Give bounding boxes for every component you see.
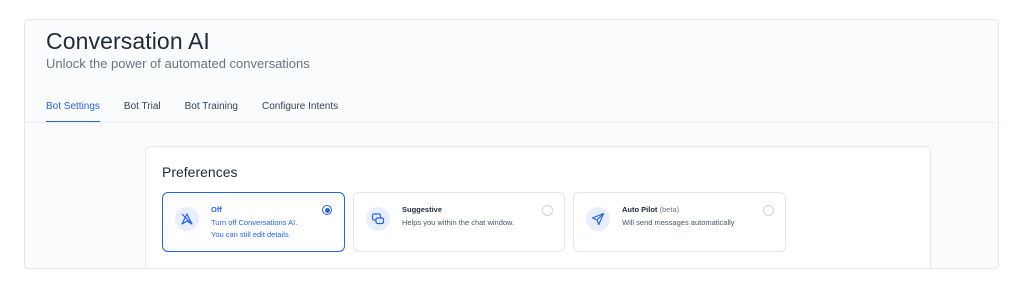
option-auto-pilot[interactable]: Auto Pilot (beta) Will send messages aut… bbox=[573, 192, 786, 252]
option-auto-pilot-radio[interactable] bbox=[763, 205, 774, 216]
chat-bubbles-icon bbox=[366, 207, 390, 231]
option-off-radio[interactable] bbox=[322, 205, 332, 215]
preferences-title: Preferences bbox=[162, 164, 238, 180]
option-auto-pilot-desc: Will send messages automatically bbox=[622, 218, 735, 227]
tab-bot-settings[interactable]: Bot Settings bbox=[46, 101, 100, 123]
beta-badge: (beta) bbox=[659, 205, 680, 214]
option-suggestive-radio[interactable] bbox=[542, 205, 553, 216]
send-icon bbox=[586, 207, 610, 231]
option-auto-pilot-label: Auto Pilot bbox=[622, 205, 658, 214]
option-off-text: Off Turn off Conversations AI. You can s… bbox=[211, 205, 297, 241]
tab-bot-training[interactable]: Bot Training bbox=[185, 101, 238, 123]
tab-bar: Bot Settings Bot Trial Bot Training Conf… bbox=[46, 101, 362, 123]
page-title: Conversation AI bbox=[46, 28, 210, 54]
preferences-panel: Preferences Off Turn off Conversations A… bbox=[145, 146, 931, 268]
option-suggestive[interactable]: Suggestive Helps you within the chat win… bbox=[353, 192, 565, 252]
tab-configure-intents[interactable]: Configure Intents bbox=[262, 101, 338, 123]
conversation-ai-card: Conversation AI Unlock the power of auto… bbox=[24, 19, 999, 269]
header-divider bbox=[25, 122, 998, 123]
send-off-icon bbox=[175, 207, 199, 231]
option-auto-pilot-text: Auto Pilot (beta) Will send messages aut… bbox=[622, 205, 735, 229]
option-suggestive-name: Suggestive bbox=[402, 205, 443, 214]
option-off[interactable]: Off Turn off Conversations AI. You can s… bbox=[162, 192, 345, 252]
tab-bot-trial[interactable]: Bot Trial bbox=[124, 101, 161, 123]
option-suggestive-text: Suggestive Helps you within the chat win… bbox=[402, 205, 514, 229]
page-header: Conversation AI Unlock the power of auto… bbox=[25, 20, 998, 123]
page-subtitle: Unlock the power of automated conversati… bbox=[46, 56, 310, 71]
option-suggestive-desc: Helps you within the chat window. bbox=[402, 218, 515, 227]
option-off-desc-line1: Turn off Conversations AI. bbox=[211, 218, 298, 227]
option-off-desc: Turn off Conversations AI. You can still… bbox=[211, 217, 297, 241]
option-off-desc-line2: You can still edit details bbox=[211, 230, 289, 239]
option-auto-pilot-name: Auto Pilot (beta) bbox=[622, 205, 735, 214]
option-off-name: Off bbox=[211, 205, 222, 214]
